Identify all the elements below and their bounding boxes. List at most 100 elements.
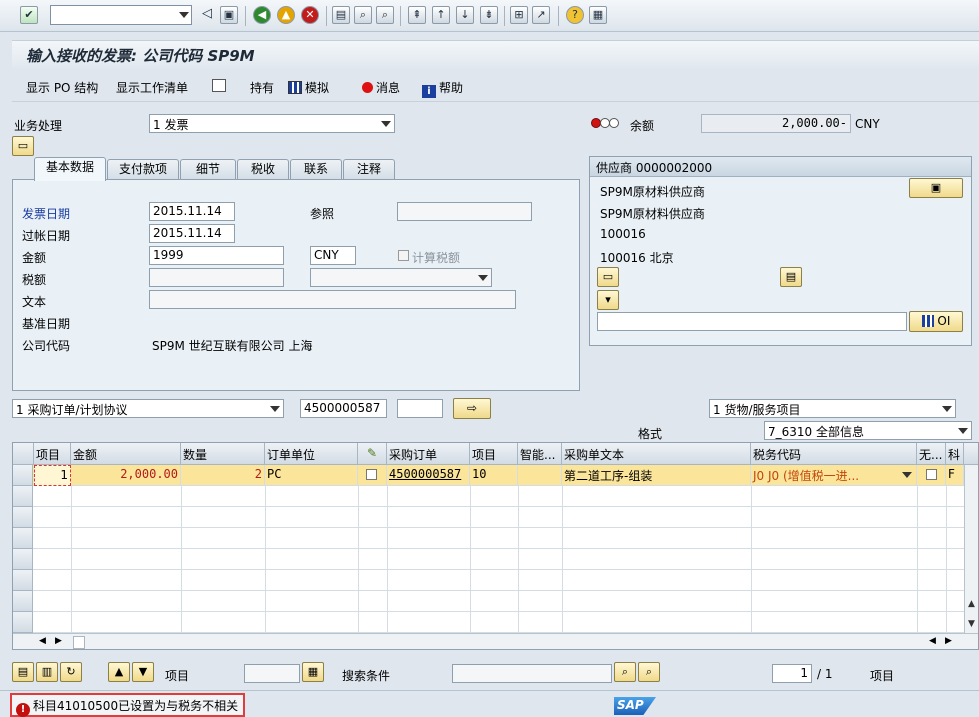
transfer-arrow-icon[interactable]: ⇨ [453,398,491,419]
scroll-right-icon[interactable]: ▶ [55,636,62,646]
exit-icon[interactable]: ▲ [277,6,295,24]
open-items-button[interactable]: OI [909,311,963,332]
vendor-open-items-field[interactable] [597,312,907,331]
command-field[interactable] [50,5,192,25]
insert-row-icon[interactable]: ▲ [108,662,130,682]
tab-details[interactable]: 细节 [180,159,236,180]
cell-account[interactable]: F [946,465,964,486]
cell-po-text[interactable]: 第二道工序-组装 [562,465,751,486]
column-header-quantity[interactable]: 数量 [181,443,265,465]
scroll-right-icon[interactable]: ▶ [945,636,952,646]
print-icon[interactable]: ▤ [332,6,350,24]
item-field[interactable] [244,664,300,683]
tax-code-select[interactable] [310,268,492,287]
hold-button[interactable]: 持有 [250,79,274,96]
scroll-left-icon[interactable]: ◀ [929,636,936,646]
column-header-po-text[interactable]: 采购单文本 [562,443,751,465]
row-checkbox[interactable] [366,469,377,480]
transaction-select[interactable]: 1 发票 [149,114,395,133]
tab-notes[interactable]: 注释 [343,159,395,180]
cell-amount[interactable]: 2,000.00 [71,465,181,486]
row-selector[interactable] [13,507,33,528]
column-header-smart[interactable]: 智能... [518,443,562,465]
new-session-icon[interactable]: ⊞ [510,6,528,24]
currency-field[interactable]: CNY [310,246,356,265]
deselect-all-icon[interactable]: ▥ [36,662,58,682]
next-page-icon[interactable]: ↓ [456,6,474,24]
help-button[interactable]: i 帮助 [422,79,463,98]
scroll-up-icon[interactable]: ▲ [968,599,975,609]
column-header-unit[interactable]: 订单单位 [265,443,358,465]
tab-contact[interactable]: 联系 [290,159,342,180]
select-all-icon[interactable]: ▤ [12,662,34,682]
column-header-none[interactable]: 无... [917,443,946,465]
page-number-field[interactable]: 1 [772,664,812,683]
layout-icon[interactable]: ▦ [589,6,607,24]
table-row[interactable] [13,591,978,612]
item-type-select[interactable]: 1 货物/服务项目 [709,399,956,418]
cell-quantity[interactable]: 2 [181,465,265,486]
row-selector[interactable] [13,612,33,633]
save-icon[interactable]: ▣ [220,6,238,24]
chevron-down-icon[interactable] [478,275,488,281]
column-header-item[interactable]: 项目 [34,443,71,465]
scroll-down-icon[interactable]: ▼ [968,619,975,629]
vendor-detail-icon[interactable]: ▣ [909,178,963,198]
table-row[interactable] [13,528,978,549]
horizontal-scrollbar[interactable]: ◀ ▶ ◀ ▶ [13,633,978,649]
cell-po-item[interactable]: 10 [470,465,518,486]
row-selector[interactable] [13,570,33,591]
tab-tax[interactable]: 税收 [237,159,289,180]
chevron-down-icon[interactable] [942,406,952,412]
table-row[interactable] [13,486,978,507]
amount-field[interactable]: 1999 [149,246,284,265]
find-icon[interactable]: ⌕ [614,662,636,682]
chevron-down-icon[interactable] [902,472,912,478]
po-item-field[interactable] [397,399,443,418]
table-row[interactable] [13,549,978,570]
back-nav-icon[interactable]: ◀ [253,6,271,24]
show-po-structure-button[interactable]: 显示 PO 结构 [26,79,98,96]
grid-corner[interactable] [13,443,34,465]
row-selector[interactable] [13,549,33,570]
folder-icon[interactable]: ▭ [12,136,34,156]
document-type-select[interactable]: 1 采购订单/计划协议 [12,399,284,418]
invoice-date-field[interactable]: 2015.11.14 [149,202,235,221]
chevron-down-icon[interactable] [179,12,189,18]
posting-date-field[interactable]: 2015.11.14 [149,224,235,243]
prev-page-icon[interactable]: ↑ [432,6,450,24]
column-header-tax-code[interactable]: 税务代码 [751,443,917,465]
row-selector[interactable] [13,486,33,507]
search-field[interactable] [452,664,612,683]
chevron-down-icon[interactable] [381,121,391,127]
vendor-display-icon[interactable]: ▭ [597,267,619,287]
status-message[interactable]: ! 科目41010500已设置为与税务不相关 [10,693,245,717]
document-copy-icon[interactable] [212,79,229,93]
layout-select[interactable]: 7_6310 全部信息 [764,421,972,440]
row-checkbox-none[interactable] [926,469,937,480]
cell-none[interactable] [917,465,946,486]
tab-basic-data[interactable]: 基本数据 [34,157,106,181]
table-row[interactable] [13,507,978,528]
cell-smart[interactable] [518,465,562,486]
calc-tax-checkbox[interactable] [398,250,409,261]
table-row[interactable] [13,612,978,633]
row-selector[interactable] [13,465,33,486]
column-header-check[interactable]: ✎ [358,443,387,465]
find-next-icon[interactable]: ⌕ [638,662,660,682]
vendor-print-icon[interactable]: ▤ [780,267,802,287]
tax-field[interactable] [149,268,284,287]
refresh-icon[interactable]: ↻ [60,662,82,682]
text-field[interactable] [149,290,516,309]
cell-item[interactable]: 1 [34,465,71,486]
goto-item-icon[interactable]: ▦ [302,662,324,682]
messages-button[interactable]: 消息 [362,79,400,96]
row-selector[interactable] [13,591,33,612]
last-page-icon[interactable]: ⇟ [480,6,498,24]
table-row[interactable]: 1 2,000.00 2 PC 4500000587 10 第二道工序-组装 J… [13,465,978,486]
cancel-icon[interactable]: ✕ [301,6,319,24]
po-number-field[interactable]: 4500000587 [300,399,387,418]
column-header-po-item[interactable]: 项目 [470,443,518,465]
column-header-amount[interactable]: 金额 [71,443,181,465]
scroll-left-icon[interactable]: ◀ [39,636,46,646]
